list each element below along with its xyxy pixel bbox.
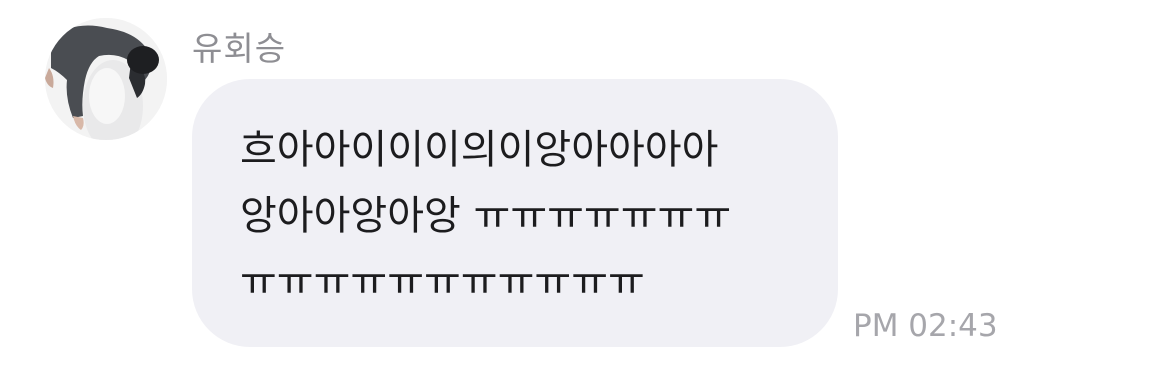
sender-name: 유회승 [192, 29, 287, 68]
message-bubble[interactable]: 흐아아이이이의이앙아아아아 앙아아앙아앙 ㅠㅠㅠㅠㅠㅠㅠ ㅠㅠㅠㅠㅠㅠㅠㅠㅠㅠㅠ [192, 79, 838, 347]
message-text-line-1: 흐아아이이이의이앙아아아아 [240, 127, 719, 173]
message-timestamp: PM 02:43 [853, 308, 998, 344]
profile-photo-image [45, 18, 167, 140]
message-text-line-3: ㅠㅠㅠㅠㅠㅠㅠㅠㅠㅠㅠ [240, 259, 645, 305]
chat-message-row: 유회승 흐아아이이이의이앙아아아아 앙아아앙아앙 ㅠㅠㅠㅠㅠㅠㅠ ㅠㅠㅠㅠㅠㅠㅠ… [0, 0, 1170, 389]
avatar[interactable] [45, 18, 167, 140]
message-text-line-2: 앙아아앙아앙 ㅠㅠㅠㅠㅠㅠㅠ [240, 193, 732, 239]
